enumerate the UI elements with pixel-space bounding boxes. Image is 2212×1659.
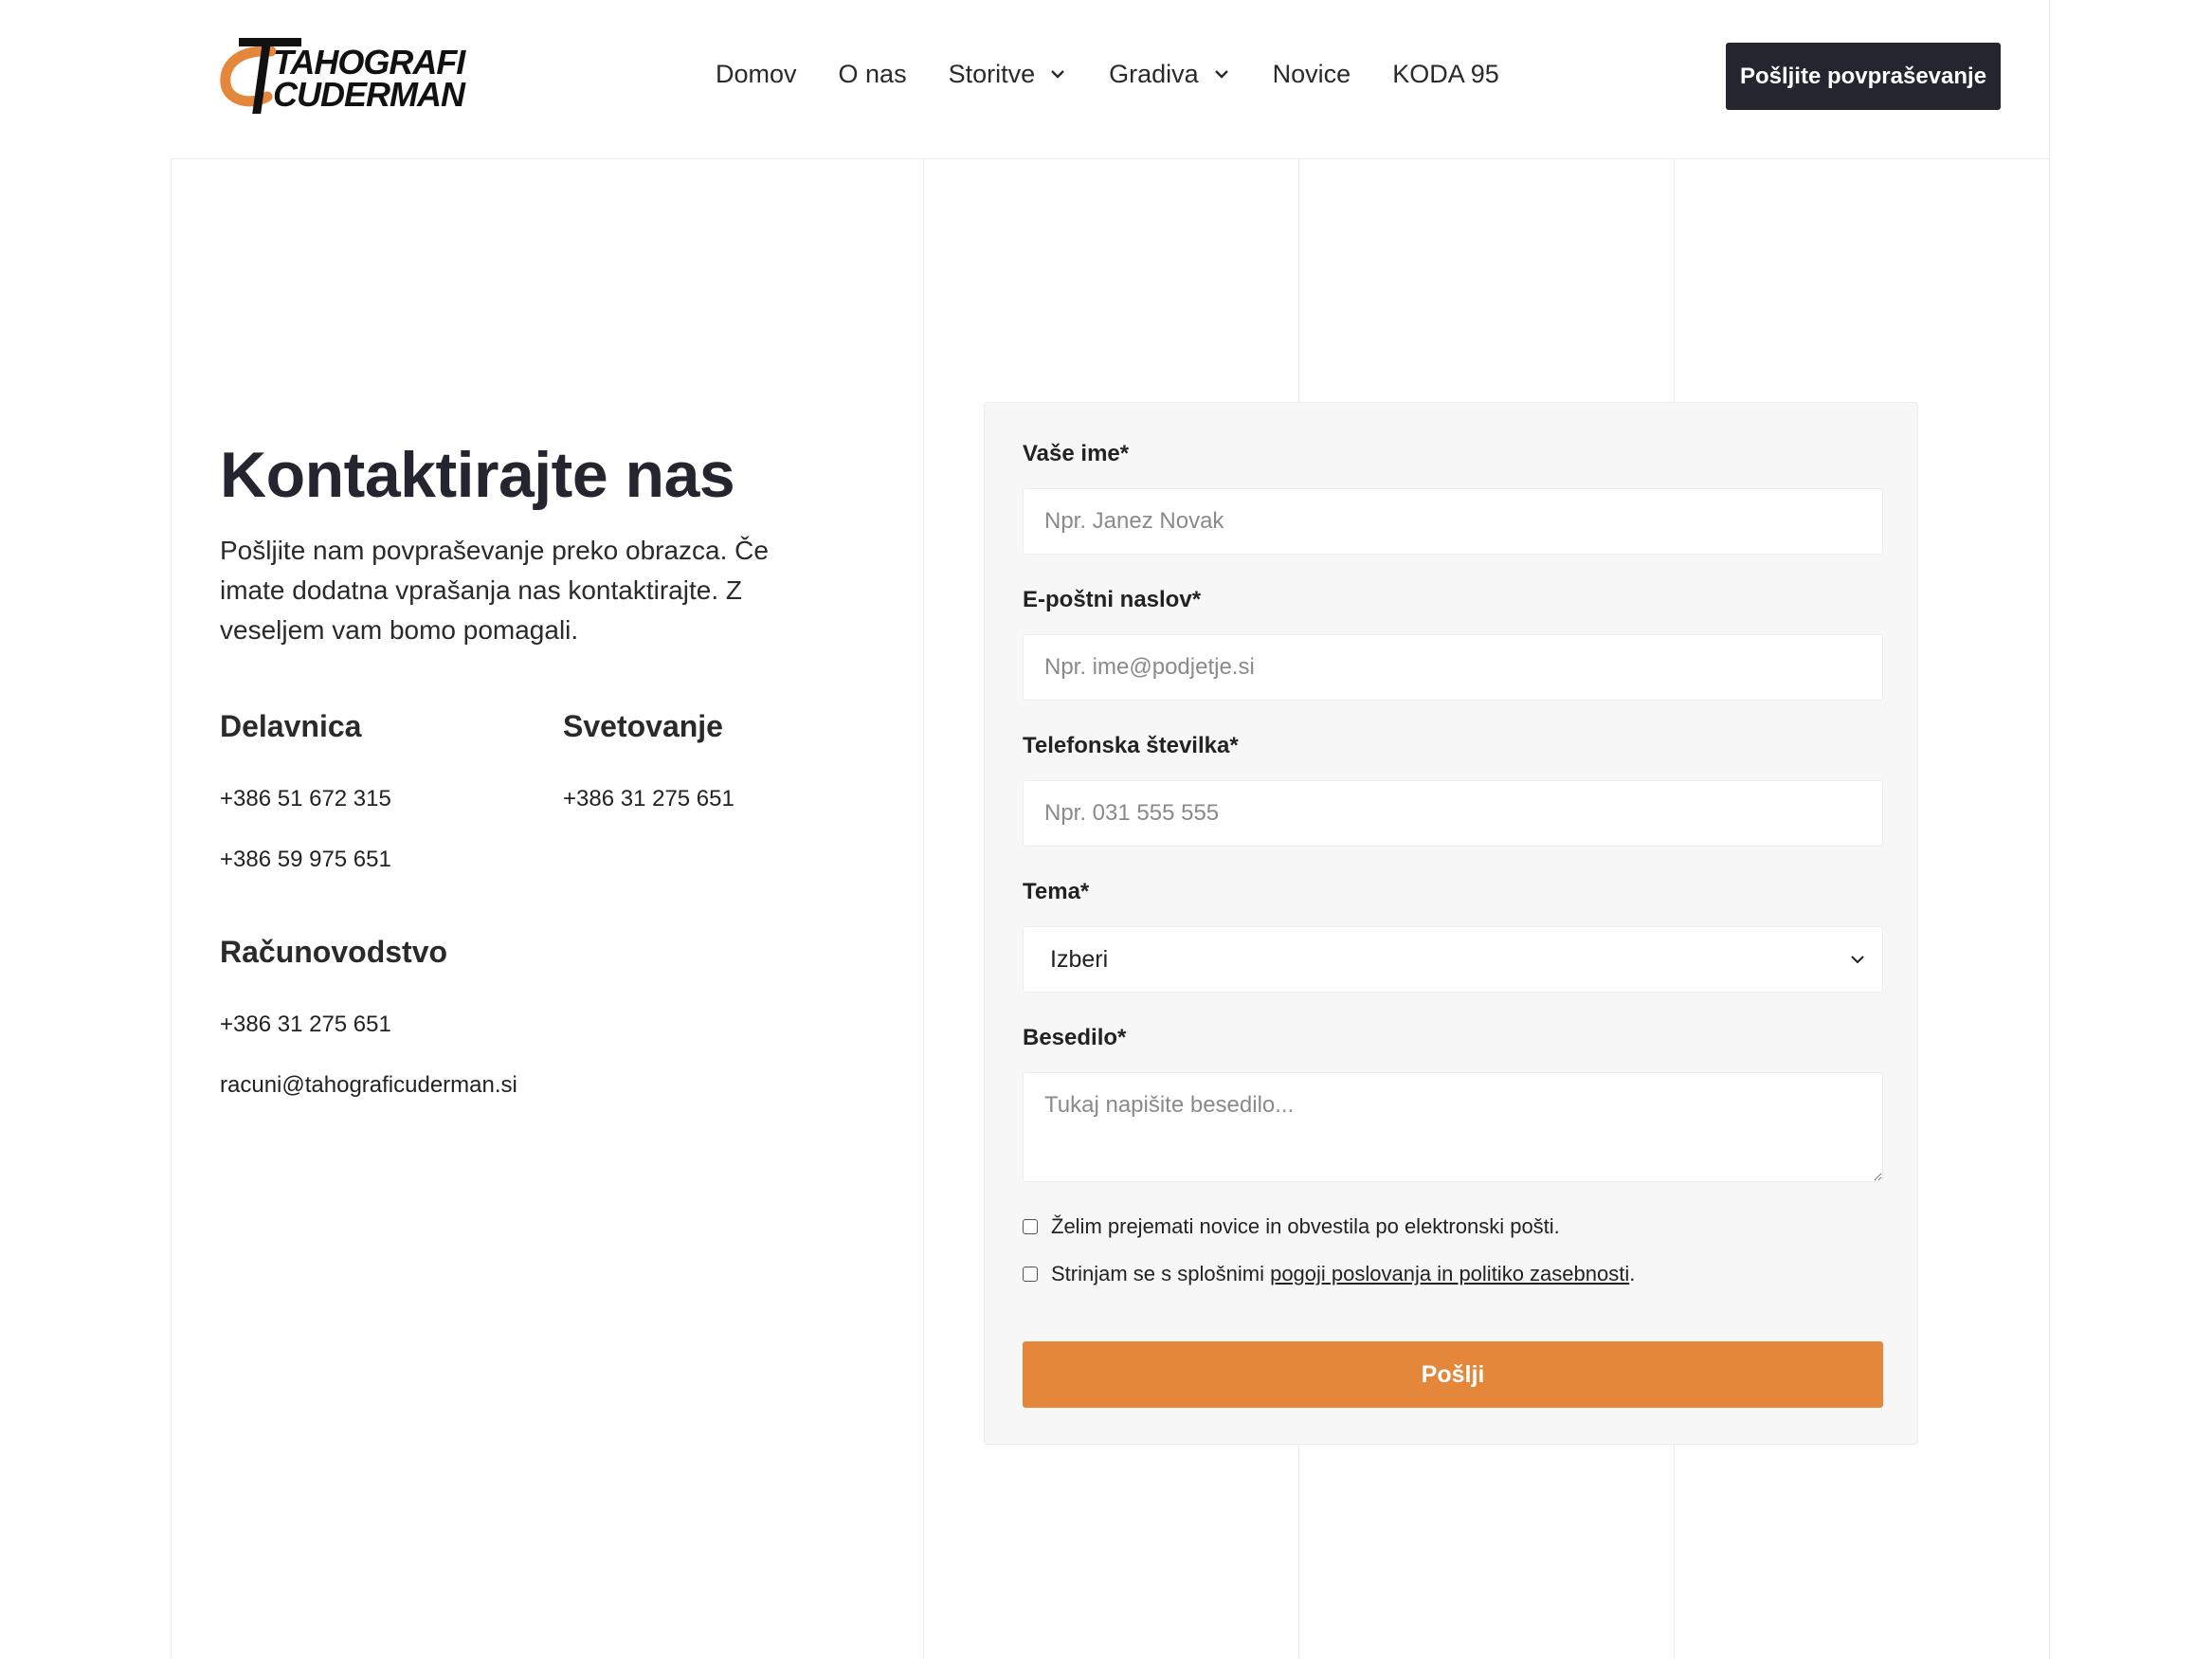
terms-suffix: . (1629, 1262, 1636, 1285)
site-header: TAHOGRAFI CUDERMAN Domov O nas Storitve … (171, 0, 2049, 159)
grid-line (171, 0, 172, 1659)
workshop-contacts: Delavnica +386 51 672 315 +386 59 975 65… (220, 707, 542, 872)
consulting-phone[interactable]: +386 31 275 651 (563, 785, 734, 813)
grid-line (923, 159, 924, 1659)
nav-label: Gradiva (1109, 59, 1199, 88)
checkbox-icon[interactable] (1023, 1219, 1038, 1234)
phone-label: Telefonska številka* (1023, 733, 1239, 758)
nav-label: Domov (716, 59, 797, 88)
terms-checkbox-row[interactable]: Strinjam se s splošnimi pogoji poslovanj… (1023, 1262, 1635, 1286)
send-inquiry-button[interactable]: Pošljite povpraševanje (1726, 43, 2001, 110)
grid-line (2049, 0, 2050, 1659)
terms-prefix: Strinjam se s splošnimi (1051, 1262, 1271, 1285)
chevron-down-icon (1851, 956, 1864, 964)
nav-storitve[interactable]: Storitve (949, 60, 1068, 89)
nav-o-nas[interactable]: O nas (839, 60, 907, 89)
accounting-heading: Računovodstvo (220, 935, 448, 969)
nav-domov[interactable]: Domov (716, 60, 797, 89)
submit-button[interactable]: Pošlji (1023, 1341, 1883, 1408)
chevron-down-icon (1214, 70, 1228, 79)
nav-koda-95[interactable]: KODA 95 (1392, 60, 1499, 89)
topic-label: Tema* (1023, 879, 1090, 904)
checkbox-icon[interactable] (1023, 1267, 1038, 1282)
accounting-email[interactable]: racuni@tahograficuderman.si (220, 1071, 517, 1100)
name-label: Vaše ime* (1023, 441, 1130, 466)
name-input[interactable] (1023, 488, 1883, 555)
main-nav: Domov O nas Storitve Gradiva Novice KODA… (716, 53, 1541, 95)
workshop-phone-2[interactable]: +386 59 975 651 (220, 846, 391, 874)
email-input[interactable] (1023, 634, 1883, 701)
newsletter-checkbox-row[interactable]: Želim prejemati novice in obvestila po e… (1023, 1214, 1560, 1239)
message-textarea[interactable] (1023, 1072, 1883, 1182)
consulting-contacts: Svetovanje +386 31 275 651 (563, 707, 847, 811)
consulting-heading: Svetovanje (563, 709, 723, 743)
email-label: E-poštni naslov* (1023, 587, 1202, 612)
nav-label: Novice (1272, 59, 1351, 88)
contact-info: Kontaktirajte nas Pošljite nam povprašev… (220, 436, 826, 650)
accounting-contacts: Računovodstvo +386 31 275 651 racuni@tah… (220, 933, 789, 1098)
phone-input[interactable] (1023, 780, 1883, 847)
nav-label: Storitve (948, 59, 1036, 88)
newsletter-checkbox-label: Želim prejemati novice in obvestila po e… (1051, 1214, 1560, 1238)
nav-gradiva[interactable]: Gradiva (1109, 60, 1231, 89)
topic-selected-value: Izberi (1050, 946, 1109, 973)
logo[interactable]: TAHOGRAFI CUDERMAN (218, 34, 465, 116)
contact-form: Vaše ime* E-poštni naslov* Telefonska št… (984, 402, 1918, 1445)
workshop-heading: Delavnica (220, 709, 362, 743)
nav-novice[interactable]: Novice (1273, 60, 1351, 89)
logo-line2: CUDERMAN (273, 75, 465, 114)
chevron-down-icon (1051, 70, 1064, 79)
topic-select[interactable]: Izberi (1023, 926, 1883, 993)
workshop-phone-1[interactable]: +386 51 672 315 (220, 785, 391, 813)
message-label: Besedilo* (1023, 1025, 1127, 1050)
nav-label: O nas (838, 59, 907, 88)
nav-label: KODA 95 (1392, 59, 1499, 88)
accounting-phone[interactable]: +386 31 275 651 (220, 1011, 391, 1039)
page-title: Kontaktirajte nas (220, 439, 735, 511)
intro-text: Pošljite nam povpraševanje preko obrazca… (220, 536, 769, 645)
terms-link[interactable]: pogoji poslovanja in politiko zasebnosti (1270, 1262, 1629, 1286)
